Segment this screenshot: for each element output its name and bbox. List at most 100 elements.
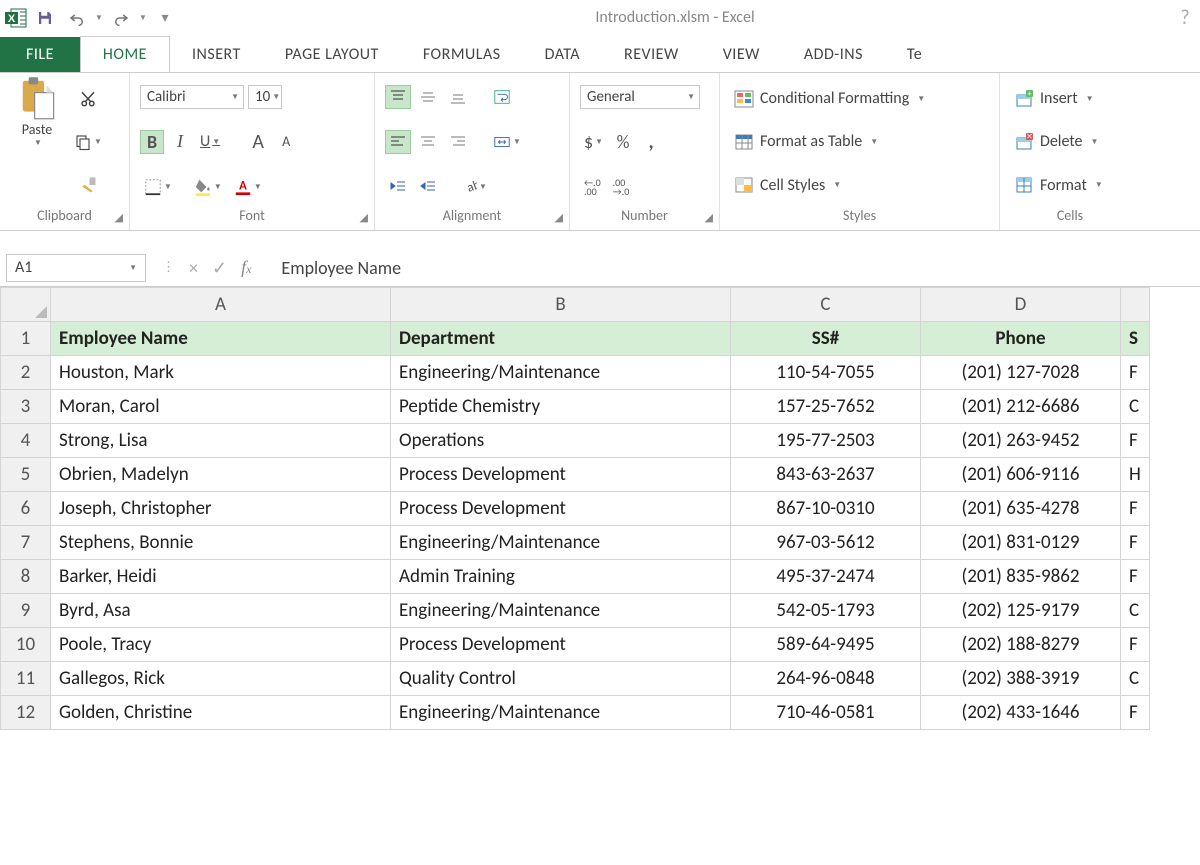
cell[interactable]: (201) 127-7028 [921, 356, 1121, 390]
undo-icon[interactable] [62, 4, 92, 32]
save-icon[interactable] [30, 4, 60, 32]
cell[interactable]: Operations [391, 424, 731, 458]
cell-partial[interactable]: C [1121, 594, 1150, 628]
cancel-formula-icon[interactable]: × [189, 257, 198, 279]
row-header-1[interactable]: 1 [1, 322, 51, 356]
cell[interactable]: Stephens, Bonnie [51, 526, 391, 560]
tab-formulas[interactable]: FORMULAS [401, 37, 523, 72]
cell[interactable]: 542-05-1793 [731, 594, 921, 628]
row-header-4[interactable]: 4 [1, 424, 51, 458]
redo-icon[interactable] [106, 4, 136, 32]
tab-page-layout[interactable]: PAGE LAYOUT [263, 37, 401, 72]
cell[interactable]: 589-64-9495 [731, 628, 921, 662]
align-middle-icon[interactable] [415, 85, 441, 109]
col-header-A[interactable]: A [51, 288, 391, 322]
cell-partial[interactable]: F [1121, 628, 1150, 662]
qat-customize-icon[interactable]: ▾ [150, 4, 180, 32]
cell-partial[interactable]: H [1121, 458, 1150, 492]
row-header-11[interactable]: 11 [1, 662, 51, 696]
wrap-text-icon[interactable] [489, 85, 515, 109]
cell-partial[interactable]: F [1121, 356, 1150, 390]
header-cell-partial[interactable]: S [1121, 322, 1150, 356]
bold-button[interactable]: B [140, 130, 164, 154]
cell[interactable]: (201) 831-0129 [921, 526, 1121, 560]
cell[interactable]: Poole, Tracy [51, 628, 391, 662]
merge-center-icon[interactable]: ▼ [489, 130, 525, 154]
cell[interactable]: Admin Training [391, 560, 731, 594]
header-cell[interactable]: Department [391, 322, 731, 356]
font-name-combo[interactable]: Calibri▼ [140, 85, 244, 109]
tab-insert[interactable]: INSERT [170, 37, 263, 72]
cell[interactable]: 264-96-0848 [731, 662, 921, 696]
cell[interactable]: 843-63-2637 [731, 458, 921, 492]
tab-addins[interactable]: ADD-INS [782, 37, 885, 72]
row-header-2[interactable]: 2 [1, 356, 51, 390]
cell[interactable]: Engineering/Maintenance [391, 696, 731, 730]
cell[interactable]: Process Development [391, 628, 731, 662]
undo-dropdown[interactable]: ▼ [94, 13, 104, 23]
borders-button[interactable]: ▼ [140, 175, 176, 199]
cell[interactable]: Strong, Lisa [51, 424, 391, 458]
cell[interactable]: Engineering/Maintenance [391, 356, 731, 390]
col-header-partial[interactable] [1121, 288, 1150, 322]
increase-decimal-icon[interactable]: ←.0 .00 [580, 175, 605, 199]
cell[interactable]: (202) 188-8279 [921, 628, 1121, 662]
cell[interactable]: 967-03-5612 [731, 526, 921, 560]
cell[interactable]: (201) 212-6686 [921, 390, 1121, 424]
format-cells-button[interactable]: Format▼ [1010, 171, 1130, 199]
font-launcher-icon[interactable]: ◢ [360, 211, 368, 224]
redo-dropdown[interactable]: ▼ [138, 13, 148, 23]
tab-data[interactable]: DATA [523, 37, 602, 72]
header-cell[interactable]: SS# [731, 322, 921, 356]
insert-cells-button[interactable]: + Insert▼ [1010, 85, 1130, 113]
cell-partial[interactable]: F [1121, 526, 1150, 560]
number-format-combo[interactable]: General▼ [580, 85, 700, 109]
cell[interactable]: (201) 606-9116 [921, 458, 1121, 492]
cell[interactable]: Process Development [391, 458, 731, 492]
formula-input[interactable]: Employee Name [261, 257, 1200, 279]
fbar-dots-icon[interactable]: ⋮ [162, 260, 175, 275]
paste-button[interactable]: Paste ▼ [10, 79, 64, 205]
header-cell[interactable]: Phone [921, 322, 1121, 356]
copy-icon[interactable]: ▼ [70, 130, 106, 154]
fx-icon[interactable]: fx [241, 257, 251, 278]
cell[interactable]: Engineering/Maintenance [391, 526, 731, 560]
tab-review[interactable]: REVIEW [602, 37, 701, 72]
spreadsheet-grid[interactable]: ABCD1Employee NameDepartmentSS#PhoneS2Ho… [0, 287, 1200, 730]
align-right-icon[interactable] [445, 130, 471, 154]
header-cell[interactable]: Employee Name [51, 322, 391, 356]
orientation-icon[interactable]: ab▼ [455, 175, 491, 199]
format-as-table-button[interactable]: Format as Table▼ [730, 128, 989, 156]
cell[interactable]: Quality Control [391, 662, 731, 696]
cell[interactable]: 195-77-2503 [731, 424, 921, 458]
cell[interactable]: Peptide Chemistry [391, 390, 731, 424]
col-header-D[interactable]: D [921, 288, 1121, 322]
cell[interactable]: (202) 125-9179 [921, 594, 1121, 628]
number-launcher-icon[interactable]: ◢ [705, 211, 713, 224]
cell[interactable]: 495-37-2474 [731, 560, 921, 594]
name-box[interactable]: A1▼ [6, 254, 146, 282]
cut-icon[interactable] [70, 87, 106, 111]
row-header-10[interactable]: 10 [1, 628, 51, 662]
cell-partial[interactable]: C [1121, 662, 1150, 696]
shrink-font-button[interactable]: A [274, 130, 298, 154]
row-header-8[interactable]: 8 [1, 560, 51, 594]
decrease-indent-icon[interactable] [385, 175, 411, 199]
cell[interactable]: 710-46-0581 [731, 696, 921, 730]
help-icon[interactable]: ? [1170, 6, 1200, 30]
row-header-12[interactable]: 12 [1, 696, 51, 730]
cell-styles-button[interactable]: Cell Styles▼ [730, 171, 989, 199]
cell-partial[interactable]: C [1121, 390, 1150, 424]
row-header-5[interactable]: 5 [1, 458, 51, 492]
font-size-combo[interactable]: 10▼ [248, 85, 282, 109]
align-bottom-icon[interactable] [445, 85, 471, 109]
tab-file[interactable]: FILE [0, 37, 80, 72]
row-header-7[interactable]: 7 [1, 526, 51, 560]
underline-button[interactable]: U▼ [196, 130, 224, 154]
decrease-decimal-icon[interactable]: .00 →.0 [609, 175, 634, 199]
cell[interactable]: Barker, Heidi [51, 560, 391, 594]
delete-cells-button[interactable]: ✕ Delete▼ [1010, 128, 1130, 156]
cell[interactable]: 867-10-0310 [731, 492, 921, 526]
comma-button[interactable]: , [639, 130, 663, 154]
cell[interactable]: Gallegos, Rick [51, 662, 391, 696]
